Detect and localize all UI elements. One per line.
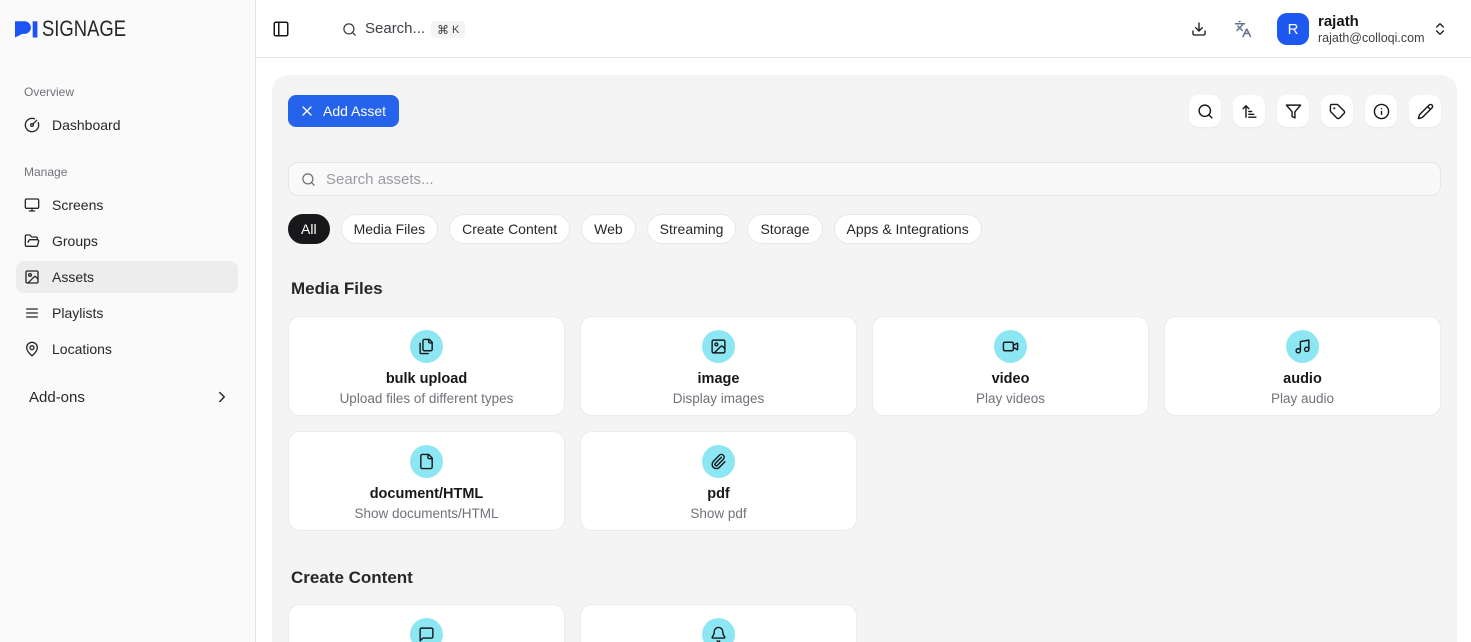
svg-text:SIGNAGE: SIGNAGE (42, 17, 126, 41)
